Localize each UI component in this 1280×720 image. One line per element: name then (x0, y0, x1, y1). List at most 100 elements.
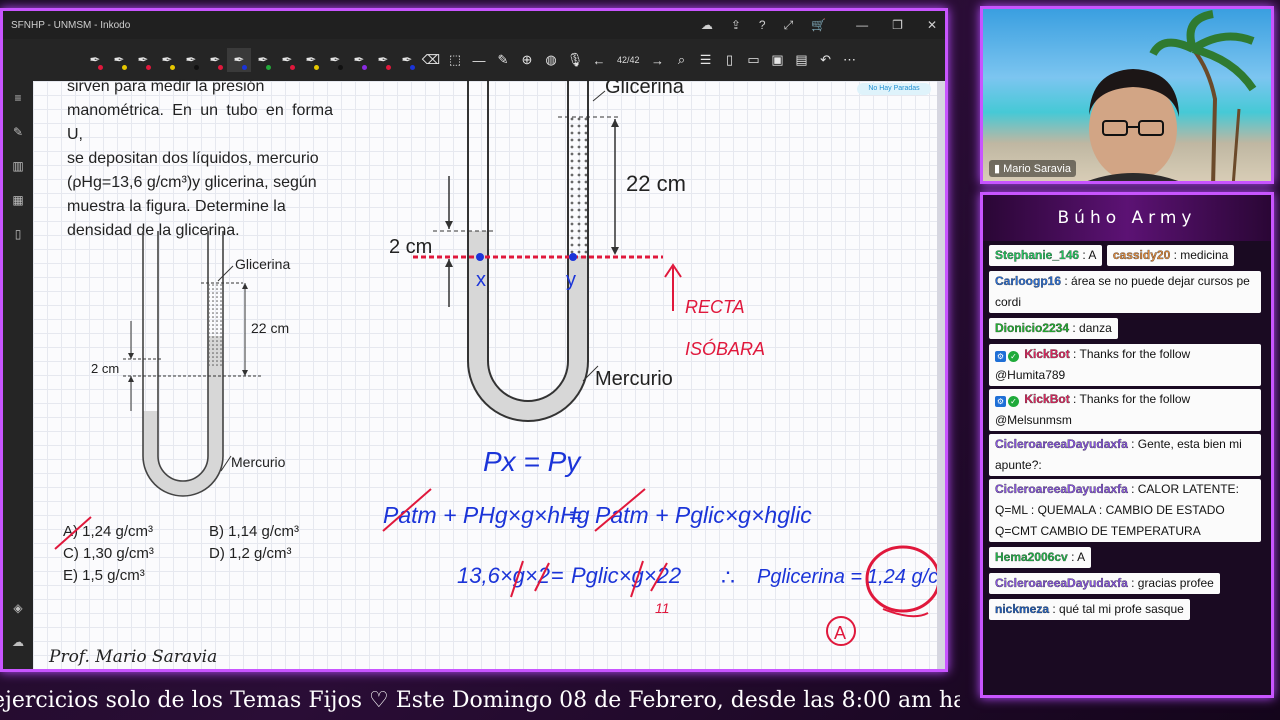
small-glicerina-label: Glicerina (235, 256, 290, 272)
pen-icon[interactable]: ✒ (347, 48, 371, 72)
big-22cm-label: 22 cm (626, 171, 686, 196)
undo-icon[interactable]: ↶ (814, 48, 838, 72)
close-button[interactable]: ✕ (927, 18, 937, 32)
small-utube-diagram: Glicerina 22 cm 2 cm Mercurio (91, 231, 290, 497)
equation-3-left: 13,6×g×2 (457, 563, 550, 588)
equation-2-right: Patm + Pglic×g×hglic (595, 502, 812, 528)
webcam-feed (1087, 10, 1257, 181)
pen-icon[interactable]: ✒ (371, 48, 395, 72)
small-2cm-label: 2 cm (91, 361, 119, 376)
pen-icon[interactable]: ✒ (227, 48, 251, 72)
canvas-scrollbar[interactable] (937, 81, 945, 669)
teacher-signature: Prof. Mario Saravia (49, 647, 218, 667)
left-sidebar: ≡ ✎ ▥ ▦ ▯ ◈ ☁ ⚙ (3, 81, 33, 669)
equation-3-subscript: 11 (655, 600, 670, 616)
record-icon[interactable]: ◈ (13, 601, 22, 615)
eraser-icon[interactable]: ⌫ (419, 48, 443, 72)
big-utube-diagram: Glicerina 22 cm 2 cm Mercurio x y RECTA … (389, 81, 765, 422)
chat-message: ⚙ ✓ KickBot : Thanks for the follow @Mels… (989, 389, 1261, 431)
document-icon[interactable]: ▯ (15, 227, 22, 241)
window-title: SFNHP - UNMSM - Inkodo (11, 19, 131, 31)
help-icon[interactable]: ? (759, 18, 766, 33)
answer-d: D) 1,2 g/cm³ (209, 545, 292, 562)
cloud-icon[interactable]: ☁ (12, 635, 24, 649)
pen-icon[interactable]: ✒ (299, 48, 323, 72)
equation-2-equals: = (569, 502, 582, 528)
point-x-label: x (476, 269, 486, 291)
page-icon[interactable]: ▯ (718, 48, 742, 72)
answer-e: E) 1,5 g/cm³ (63, 567, 145, 584)
pen-icon[interactable]: ✒ (155, 48, 179, 72)
arrow-right-icon[interactable]: → (646, 48, 670, 72)
globe-icon[interactable]: ◍ (539, 48, 563, 72)
small-22cm-label: 22 cm (251, 320, 289, 336)
problem-line: muestra la figura. Determine la (67, 198, 286, 215)
zoom-icon[interactable]: ⌕ (670, 48, 694, 72)
pen-icon[interactable]: ✒ (107, 48, 131, 72)
crosshair-icon[interactable]: ⊕ (515, 48, 539, 72)
title-bar: SFNHP - UNMSM - Inkodo ☁ ⇪ ? ⤢ 🛒 — ❐ ✕ (3, 11, 945, 39)
chat-message: ⚙ ✓ KickBot : Thanks for the follow @Humi… (989, 344, 1261, 386)
maximize-button[interactable]: ❐ (892, 18, 903, 32)
highlighter-icon[interactable]: ✎ (491, 48, 515, 72)
pen-icon[interactable]: ✒ (251, 48, 275, 72)
chat-message: Hema2006cv : A (989, 547, 1092, 568)
chat-message: nickmeza : qué tal mi profe sasque (989, 599, 1190, 620)
problem-line: manométrica. En un tubo en forma U, (67, 102, 333, 143)
equation-3-equals: = (551, 563, 564, 588)
inkodo-window: SFNHP - UNMSM - Inkodo ☁ ⇪ ? ⤢ 🛒 — ❐ ✕ ✒… (0, 8, 948, 672)
pen-icon[interactable]: ✒ (203, 48, 227, 72)
whiteboard-canvas[interactable]: No Hay Paradas sirven para medir la pres… (33, 78, 945, 669)
folder-icon[interactable]: ▭ (742, 48, 766, 72)
pen-icon[interactable]: ✎ (13, 125, 23, 139)
result-value: 1,24 g/cm³ (867, 566, 943, 588)
expand-icon[interactable]: ⤢ (784, 18, 794, 33)
pen-icon[interactable]: ✒ (131, 48, 155, 72)
pen-icon[interactable]: ✒ (83, 48, 107, 72)
cart-icon[interactable]: 🛒 (811, 18, 826, 33)
problem-line: se depositan dos líquidos, mercurio (67, 150, 319, 167)
brand-logo: No Hay Paradas (857, 83, 931, 95)
book-icon[interactable]: ▥ (12, 159, 23, 173)
answer-mark: A (834, 623, 846, 643)
settings-icon[interactable]: ☰ (694, 48, 718, 72)
image-icon[interactable]: ▦ (12, 193, 23, 207)
mic-icon[interactable]: 🎙 (563, 48, 587, 72)
therefore-symbol: ∴ (721, 565, 735, 590)
recta-label: RECTA (685, 297, 745, 317)
clipboard-icon[interactable]: ▤ (790, 48, 814, 72)
result-label: Pglicerina = (757, 566, 862, 588)
chat-message: Dionicio2234 : danza (989, 318, 1118, 339)
share-icon[interactable]: ⇪ (731, 18, 741, 33)
handwritten-solution: Px = Py Patm + PHg×g×hHg = Patm + Pglic×… (382, 446, 943, 646)
pen-icon[interactable]: ✒ (275, 48, 299, 72)
select-icon[interactable]: ⬚ (443, 48, 467, 72)
webcam-overlay: ▮ Mario Saravia (980, 6, 1274, 184)
more-icon[interactable]: ⋯ (838, 48, 862, 72)
cloud-icon[interactable]: ☁ (701, 18, 713, 33)
chat-messages[interactable]: Stephanie_146 : A cassidy20 : medicina C… (983, 241, 1271, 623)
chat-panel: Búho Army Stephanie_146 : A cassidy20 : … (980, 192, 1274, 698)
ticker-text: ejercicios solo de los Temas Fijos ♡ Est… (0, 688, 960, 713)
pen-icon[interactable]: ✒ (395, 48, 419, 72)
minimize-button[interactable]: — (856, 18, 868, 32)
menu-icon[interactable]: ≡ (14, 91, 21, 105)
arrow-left-icon[interactable]: ← (587, 48, 611, 72)
pen-icon[interactable]: ✒ (323, 48, 347, 72)
bot-badge-icon: ⚙ (995, 396, 1006, 407)
bot-badge-icon: ⚙ (995, 351, 1006, 362)
problem-statement: sirven para medir la presión manométrica… (67, 75, 333, 243)
problem-line: sirven para medir la presión (67, 78, 265, 95)
big-mercurio-label: Mercurio (595, 368, 673, 390)
line-icon[interactable]: — (467, 48, 491, 72)
chat-message: cassidy20 : medicina (1106, 245, 1235, 266)
save-icon[interactable]: ▣ (766, 48, 790, 72)
gear-icon[interactable]: ⚙ (13, 669, 24, 672)
point-y-label: y (566, 269, 576, 291)
chat-message: CicleroareeaDayudaxfa : Gente, esta bien… (989, 434, 1261, 476)
chat-message: CicleroareeaDayudaxfa : gracias profee (989, 573, 1220, 594)
page-indicator: 42/42 (617, 55, 640, 65)
equation-2-left: Patm + PHg×g×hHg (383, 502, 590, 528)
pen-icon[interactable]: ✒ (179, 48, 203, 72)
answer-a-strike (54, 516, 92, 550)
